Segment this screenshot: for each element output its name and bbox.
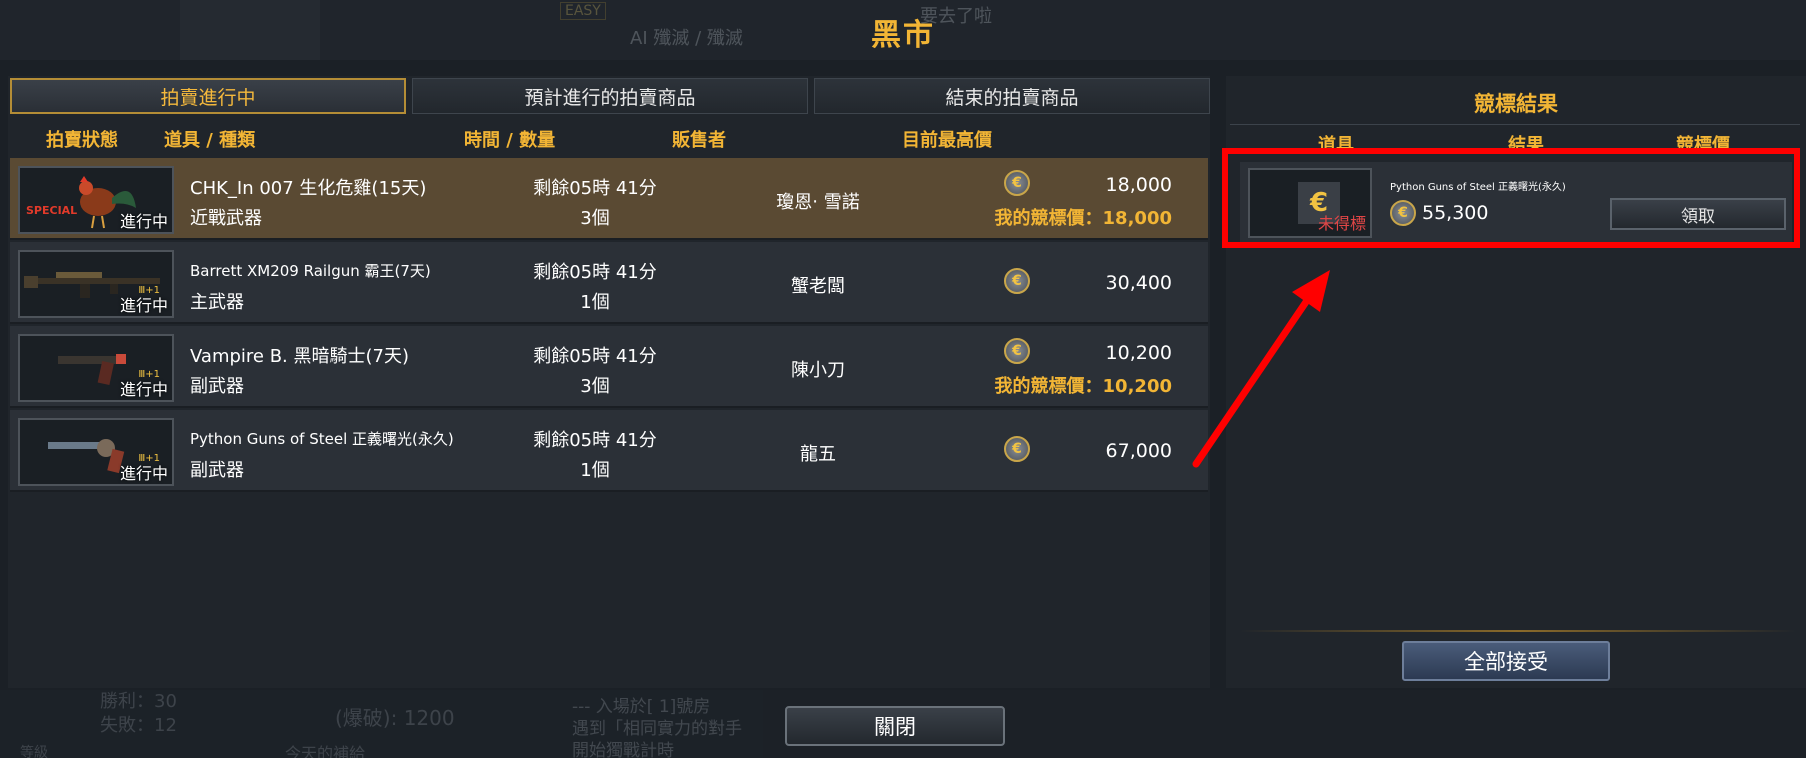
annotation-highlight-box: [1222, 148, 1800, 248]
item-type: 副武器: [190, 376, 244, 397]
coin-icon: €: [1004, 170, 1030, 196]
header-status: 拍賣狀態: [46, 130, 118, 151]
close-button[interactable]: 關閉: [785, 706, 1005, 746]
auction-status: 進行中: [119, 464, 168, 483]
auction-panel: 拍賣進行中 預計進行的拍賣商品 結束的拍賣商品 拍賣狀態 道具 / 種類 時間 …: [8, 76, 1210, 688]
background-losses: 失敗：12: [100, 715, 177, 736]
highest-price: 30,400: [1105, 272, 1172, 294]
seller-name: 瓊恩‧ 雪諾: [776, 192, 860, 213]
coin-icon: €: [1004, 436, 1030, 462]
window-title: 黑市: [871, 18, 935, 53]
auction-row[interactable]: SPECIAL 進行中 CHK_In 007 生化危雞(15天) 近戰武器 剩餘…: [10, 158, 1208, 240]
special-badge: SPECIAL: [26, 204, 78, 217]
tab-bar: 拍賣進行中 預計進行的拍賣商品 結束的拍賣商品: [10, 78, 1210, 114]
my-bid: 我的競標價：18,000: [994, 208, 1172, 229]
background-wins: 勝利：30: [100, 691, 177, 712]
tab-ended-auctions[interactable]: 結束的拍賣商品: [814, 78, 1210, 114]
item-type: 主武器: [190, 292, 244, 313]
seller-name: 龍五: [800, 444, 836, 465]
highest-price: 18,000: [1105, 174, 1172, 196]
item-thumbnail: Ⅲ+1 進行中: [18, 250, 174, 318]
header-item: 道具 / 種類: [164, 130, 256, 151]
bid-results-title: 競標結果: [1474, 92, 1558, 116]
item-thumbnail: Ⅲ+1 進行中: [18, 334, 174, 402]
auction-table-header: 拍賣狀態 道具 / 種類 時間 / 數量 販售者 目前最高價: [8, 122, 1210, 156]
quantity: 3個: [580, 376, 610, 397]
auction-row[interactable]: Ⅲ+1 進行中 Barrett XM209 Railgun 霸王(7天) 主武器…: [10, 242, 1208, 324]
auction-status: 進行中: [119, 296, 168, 315]
background-stats: 勝利：30 失敗：12: [100, 690, 177, 738]
coin-icon: €: [1004, 338, 1030, 364]
time-remaining: 剩餘05時 41分: [533, 430, 657, 451]
item-name: CHK_In 007 生化危雞(15天): [190, 178, 427, 199]
highest-price: 10,200: [1105, 342, 1172, 364]
item-type: 近戰武器: [190, 208, 262, 229]
header-time: 時間 / 數量: [464, 130, 556, 151]
auction-row[interactable]: Ⅲ+1 進行中 Vampire B. 黑暗騎士(7天) 副武器 剩餘05時 41…: [10, 326, 1208, 408]
background-chat-line: 遇到「相同實力的對手: [572, 719, 742, 739]
background-blast: (爆破): 1200: [335, 706, 455, 730]
quantity: 1個: [580, 292, 610, 313]
accept-all-button[interactable]: 全部接受: [1402, 641, 1610, 681]
coin-icon: €: [1004, 268, 1030, 294]
background-supply: 今天的補給: [285, 744, 366, 758]
time-remaining: 剩餘05時 41分: [533, 346, 657, 367]
item-name: Barrett XM209 Railgun 霸王(7天): [190, 262, 431, 280]
background-level: 等級: [20, 745, 48, 758]
time-remaining: 剩餘05時 41分: [533, 262, 657, 283]
auction-status: 進行中: [119, 212, 168, 231]
my-bid: 我的競標價：10,200: [994, 376, 1172, 397]
seller-name: 蟹老闆: [791, 276, 845, 297]
tab-upcoming-auctions[interactable]: 預計進行的拍賣商品: [412, 78, 808, 114]
item-thumbnail: SPECIAL 進行中: [18, 166, 174, 234]
auction-status: 進行中: [119, 380, 168, 399]
header-seller: 販售者: [672, 130, 726, 151]
item-name: Vampire B. 黑暗騎士(7天): [190, 346, 409, 367]
item-name: Python Guns of Steel 正義曙光(永久): [190, 430, 454, 448]
background-chat-line: --- 入場於[ 1]號房: [572, 697, 711, 717]
quantity: 1個: [580, 460, 610, 481]
divider: [1240, 630, 1796, 632]
quantity: 3個: [580, 208, 610, 229]
item-thumbnail: Ⅲ+1 進行中: [18, 418, 174, 486]
header-price: 目前最高價: [902, 130, 992, 151]
background-chat-line: 開始獨戰計時: [572, 741, 674, 758]
tab-active-auctions[interactable]: 拍賣進行中: [10, 78, 406, 114]
item-type: 副武器: [190, 460, 244, 481]
auction-row[interactable]: Ⅲ+1 進行中 Python Guns of Steel 正義曙光(永久) 副武…: [10, 410, 1208, 492]
seller-name: 陳小刀: [791, 360, 845, 381]
background-chat: --- 入場於[ 1]號房 遇到「相同實力的對手 開始獨戰計時: [572, 696, 742, 758]
highest-price: 67,000: [1105, 440, 1172, 462]
time-remaining: 剩餘05時 41分: [533, 178, 657, 199]
